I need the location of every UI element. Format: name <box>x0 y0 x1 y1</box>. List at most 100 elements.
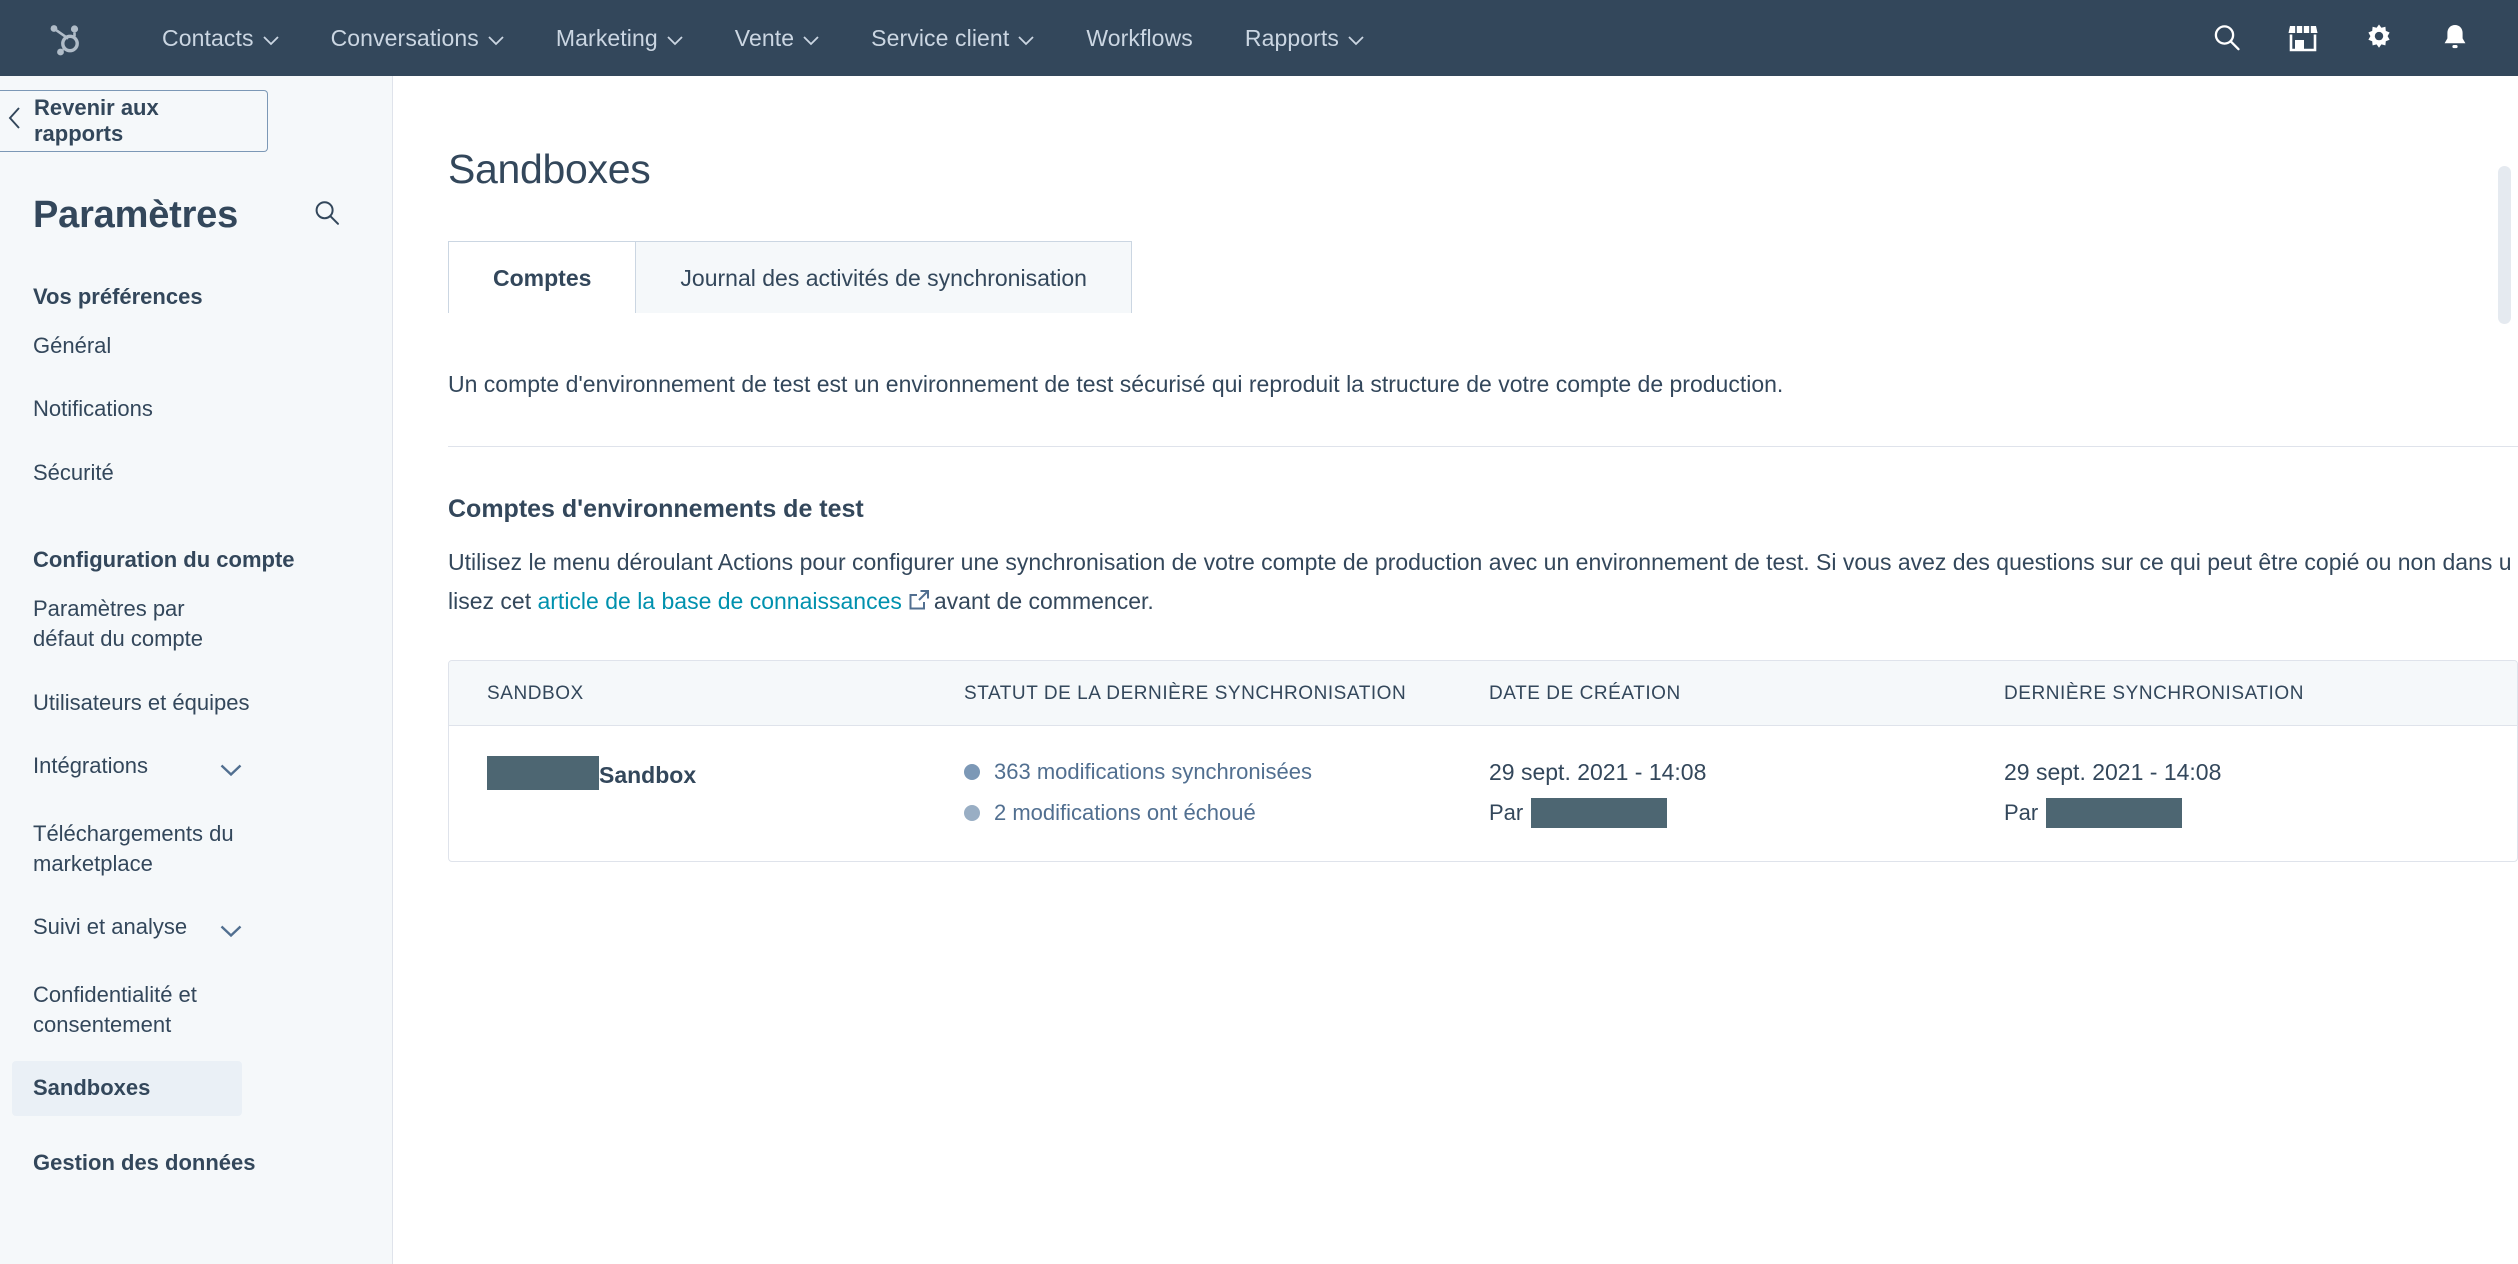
hubspot-sprocket-logo[interactable] <box>42 16 86 60</box>
sidebar-group-account-setup-title: Configuration du compte <box>0 547 392 573</box>
settings-sidebar: Revenir aux rapports Paramètres Vos préf… <box>0 76 393 1264</box>
status-line-failed: 2 modifications ont échoué <box>964 797 1489 829</box>
tab-comptes[interactable]: Comptes <box>448 241 636 313</box>
last-sync-author-label: Par <box>2004 797 2038 829</box>
sidebar-item-label: Général <box>33 331 359 361</box>
redacted-creation-author <box>1531 798 1667 828</box>
status-text: 2 modifications ont échoué <box>994 797 1256 829</box>
sidebar-item-label: Notifications <box>33 394 359 424</box>
creation-author: Par <box>1489 797 2004 829</box>
chevron-down-icon <box>1018 25 1034 52</box>
creation-date-value: 29 sept. 2021 - 14:08 <box>1489 756 2004 789</box>
tab-bar: Comptes Journal des activités de synchro… <box>448 241 2518 313</box>
tab-label: Comptes <box>493 265 591 291</box>
chevron-down-icon <box>220 916 242 946</box>
chevron-down-icon <box>667 25 683 52</box>
main-content: Sandboxes Comptes Journal des activités … <box>393 76 2518 1264</box>
column-header-sandbox: SANDBOX <box>449 683 964 705</box>
nav-item-service-client[interactable]: Service client <box>845 25 1060 52</box>
column-header-last-sync: DERNIÈRE SYNCHRONISATION <box>2004 683 2504 705</box>
sidebar-item-parametres-par-defaut[interactable]: Paramètres par défaut du compte <box>0 582 392 667</box>
sidebar-item-label: Sandboxes <box>33 1073 209 1103</box>
cell-last-sync: 29 sept. 2021 - 14:08 Par <box>2004 756 2504 829</box>
marketplace-icon[interactable] <box>2286 21 2320 55</box>
sidebar-item-telechargements-marketplace[interactable]: Téléchargements du marketplace <box>0 807 392 892</box>
last-sync-author: Par <box>2004 797 2504 829</box>
top-navigation-bar: Contacts Conversations Marketing Vente S… <box>0 0 2518 76</box>
chevron-down-icon <box>220 755 242 785</box>
back-to-reports-label: Revenir aux rapports <box>34 95 249 147</box>
sidebar-item-confidentialite-consentement[interactable]: Confidentialité et consentement <box>0 968 392 1053</box>
redacted-last-sync-author <box>2046 798 2182 828</box>
chevron-left-icon <box>8 107 22 135</box>
section-divider <box>448 446 2518 447</box>
sidebar-item-notifications[interactable]: Notifications <box>0 382 392 436</box>
nav-item-label: Marketing <box>556 25 658 52</box>
sidebar-item-label: Utilisateurs et équipes <box>33 688 359 718</box>
last-sync-date-value: 29 sept. 2021 - 14:08 <box>2004 756 2504 789</box>
status-text: 363 modifications synchronisées <box>994 756 1312 788</box>
sidebar-item-label: Suivi et analyse <box>33 912 204 942</box>
primary-nav-items: Contacts Conversations Marketing Vente S… <box>136 25 1390 52</box>
column-header-creation-date: DATE DE CRÉATION <box>1489 683 2004 705</box>
tab-journal-activites[interactable]: Journal des activités de synchronisation <box>636 241 1132 313</box>
section-description-prefix: lisez cet <box>448 588 537 614</box>
section-description-suffix: avant de commencer. <box>934 588 1154 614</box>
sidebar-group-data-management-title: Gestion des données <box>0 1150 392 1176</box>
nav-item-conversations[interactable]: Conversations <box>305 25 530 52</box>
column-header-last-sync-status: STATUT DE LA DERNIÈRE SYNCHRONISATION <box>964 683 1489 705</box>
cell-sandbox-name: Sandbox <box>449 756 964 792</box>
sidebar-item-securite[interactable]: Sécurité <box>0 446 392 500</box>
sidebar-item-label: Sécurité <box>33 458 359 488</box>
page-body: Revenir aux rapports Paramètres Vos préf… <box>0 76 2518 1264</box>
intro-paragraph: Un compte d'environnement de test est un… <box>448 367 2518 402</box>
section-description-line-1: Utilisez le menu déroulant Actions pour … <box>448 543 2518 583</box>
knowledge-base-link[interactable]: article de la base de connaissances <box>537 588 901 614</box>
nav-item-rapports[interactable]: Rapports <box>1219 25 1390 52</box>
nav-item-label: Service client <box>871 25 1009 52</box>
nav-item-workflows[interactable]: Workflows <box>1060 25 1219 52</box>
settings-gear-icon[interactable] <box>2362 21 2396 55</box>
sandbox-name-label: Sandbox <box>599 762 696 788</box>
sidebar-item-integrations[interactable]: Intégrations <box>0 739 392 797</box>
sandbox-table: SANDBOX STATUT DE LA DERNIÈRE SYNCHRONIS… <box>448 660 2518 863</box>
chevron-down-icon <box>488 25 504 52</box>
status-dot-icon <box>964 805 980 821</box>
cell-creation-date: 29 sept. 2021 - 14:08 Par <box>1489 756 2004 829</box>
external-link-icon[interactable] <box>908 584 930 624</box>
sidebar-item-label: Téléchargements du marketplace <box>33 819 242 880</box>
sidebar-group-preferences-title: Vos préférences <box>0 284 392 310</box>
status-dot-icon <box>964 764 980 780</box>
nav-item-label: Workflows <box>1086 25 1193 52</box>
vertical-scrollbar-thumb[interactable] <box>2498 166 2511 324</box>
settings-header: Paramètres <box>0 152 392 237</box>
sidebar-item-label: Paramètres par défaut du compte <box>33 594 242 655</box>
table-header-row: SANDBOX STATUT DE LA DERNIÈRE SYNCHRONIS… <box>449 661 2517 726</box>
sidebar-item-utilisateurs-equipes[interactable]: Utilisateurs et équipes <box>0 676 392 730</box>
sidebar-item-label: Confidentialité et consentement <box>33 980 242 1041</box>
tab-label: Journal des activités de synchronisation <box>680 265 1087 291</box>
section-description-line-2: lisez cet article de la base de connaiss… <box>448 582 2518 624</box>
chevron-down-icon <box>1348 25 1364 52</box>
page-title: Sandboxes <box>448 146 2518 193</box>
search-icon[interactable] <box>312 198 342 233</box>
nav-item-vente[interactable]: Vente <box>709 25 845 52</box>
nav-item-label: Vente <box>735 25 794 52</box>
chevron-down-icon <box>803 25 819 52</box>
creation-author-label: Par <box>1489 797 1523 829</box>
nav-item-marketing[interactable]: Marketing <box>530 25 709 52</box>
notifications-bell-icon[interactable] <box>2438 21 2472 55</box>
table-row[interactable]: Sandbox 363 modifications synchronisées … <box>449 726 2517 862</box>
status-line-synced: 363 modifications synchronisées <box>964 756 1489 788</box>
sidebar-item-label: Intégrations <box>33 751 204 781</box>
sidebar-item-suivi-analyse[interactable]: Suivi et analyse <box>0 900 392 958</box>
sidebar-item-general[interactable]: Général <box>0 319 392 373</box>
redacted-sandbox-prefix <box>487 756 599 790</box>
back-to-reports-button[interactable]: Revenir aux rapports <box>0 90 268 152</box>
section-description: Utilisez le menu déroulant Actions pour … <box>448 543 2518 624</box>
search-icon[interactable] <box>2210 21 2244 55</box>
sidebar-item-sandboxes[interactable]: Sandboxes <box>12 1061 242 1115</box>
nav-item-contacts[interactable]: Contacts <box>136 25 305 52</box>
settings-title: Paramètres <box>33 194 238 237</box>
section-title: Comptes d'environnements de test <box>448 495 2518 524</box>
